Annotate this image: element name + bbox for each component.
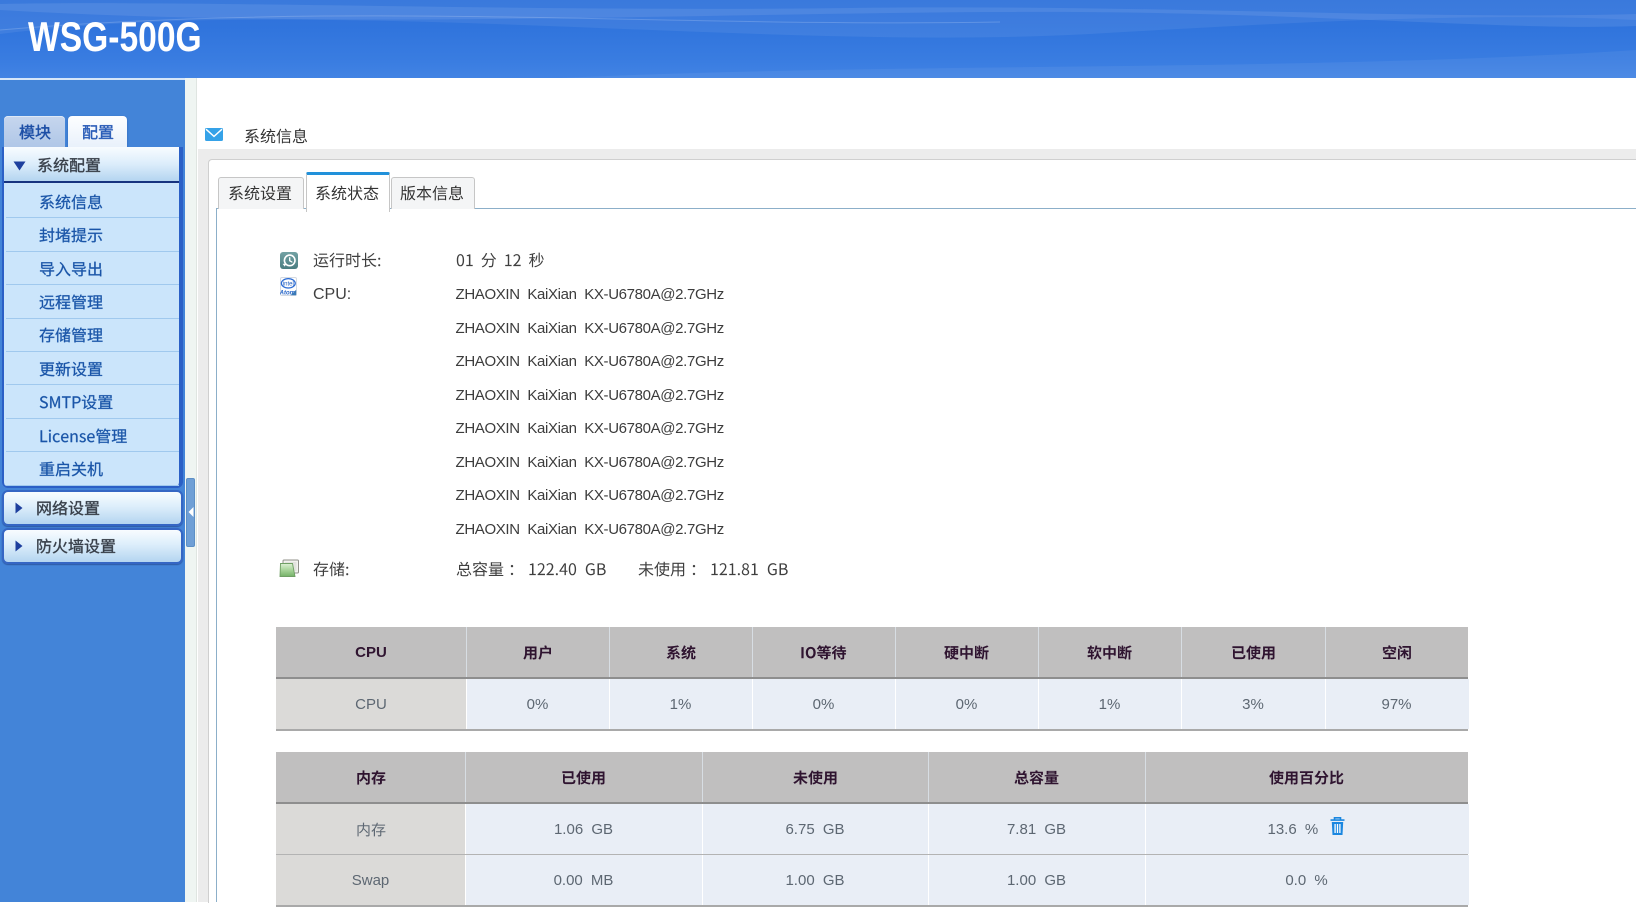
- svg-text:intel: intel: [283, 282, 294, 288]
